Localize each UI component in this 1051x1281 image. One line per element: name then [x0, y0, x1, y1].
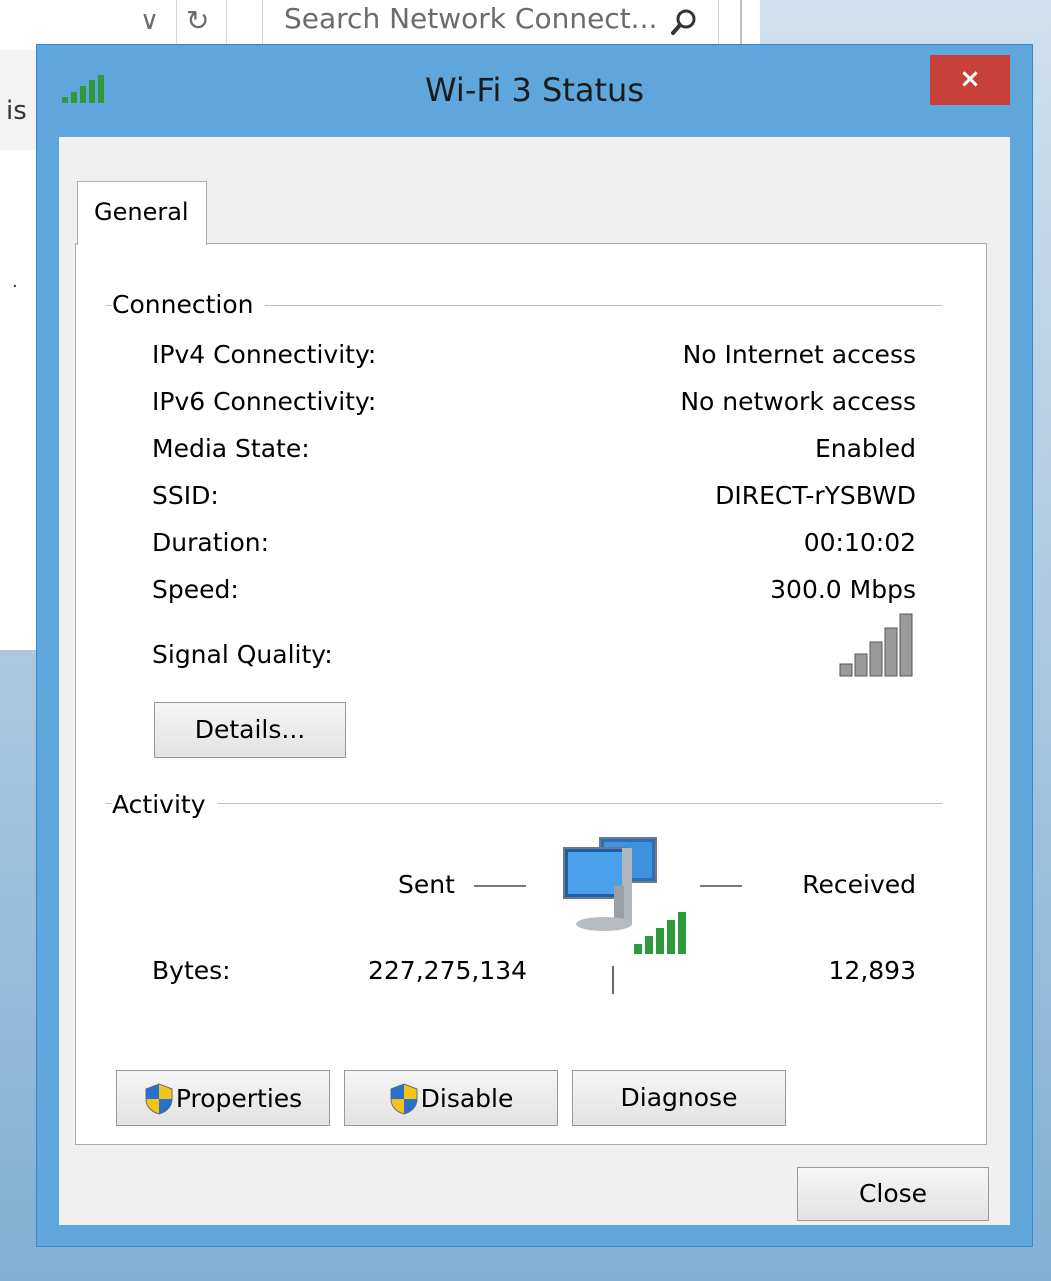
diagnose-button-label: Diagnose [620, 1083, 738, 1112]
refresh-icon[interactable]: ↻ [186, 4, 209, 37]
dialog-client-area: General Connection IPv4 Connectivity: No… [59, 137, 1010, 1225]
tab-general[interactable]: General [77, 181, 207, 245]
speed-value: 300.0 Mbps [770, 575, 916, 604]
bytes-label: Bytes: [152, 956, 231, 985]
media-state-label: Media State: [152, 434, 310, 463]
title-bar[interactable]: Wi-Fi 3 Status × [37, 45, 1032, 137]
close-button-label: Close [858, 1179, 928, 1208]
activity-group-line [106, 803, 942, 804]
uac-shield-icon [390, 1083, 418, 1115]
ipv4-label: IPv4 Connectivity: [152, 340, 377, 369]
search-icon[interactable] [668, 6, 700, 38]
background-partial-text: · [12, 276, 18, 297]
general-tab-panel: Connection IPv4 Connectivity: No Interne… [75, 243, 987, 1145]
activity-divider [612, 966, 614, 994]
wifi-status-dialog: Wi-Fi 3 Status × General Connection IPv4… [36, 44, 1033, 1247]
speed-label: Speed: [152, 575, 239, 604]
received-connector-line [700, 885, 742, 887]
network-computers-icon [563, 837, 686, 954]
disable-button[interactable]: Disable [344, 1070, 558, 1126]
window-title: Wi-Fi 3 Status [424, 71, 644, 109]
received-label: Received [802, 870, 916, 899]
ssid-value: DIRECT-rYSBWD [715, 481, 916, 510]
toolbar-divider [226, 0, 227, 46]
toolbar-divider [176, 0, 177, 46]
search-input[interactable]: Search Network Connect... [284, 2, 657, 35]
diagnose-button[interactable]: Diagnose [572, 1070, 786, 1126]
toolbar-divider [740, 0, 742, 46]
details-button-label: Details... [194, 715, 306, 744]
media-state-value: Enabled [814, 434, 916, 463]
ipv4-value: No Internet access [682, 340, 916, 369]
activity-group-header: Activity [112, 790, 218, 819]
duration-value: 00:10:02 [803, 528, 916, 557]
ipv6-value: No network access [680, 387, 916, 416]
bytes-received-value: 12,893 [828, 956, 916, 985]
signal-quality-icon [839, 613, 913, 677]
bytes-sent-value: 227,275,134 [368, 956, 528, 985]
properties-button-label: Properties [175, 1084, 303, 1113]
ssid-label: SSID: [152, 481, 219, 510]
connection-group-header: Connection [112, 290, 266, 319]
duration-label: Duration: [152, 528, 270, 557]
toolbar-divider [262, 0, 263, 46]
signal-quality-label: Signal Quality: [152, 640, 333, 669]
sent-connector-line [474, 885, 526, 887]
toolbar-divider [718, 0, 719, 46]
chevron-down-icon[interactable]: ∨ [140, 6, 159, 36]
sent-label: Sent [398, 870, 455, 899]
background-partial-text: is [6, 96, 27, 126]
ipv6-label: IPv6 Connectivity: [152, 387, 377, 416]
details-button[interactable]: Details... [154, 702, 346, 758]
disable-button-label: Disable [420, 1084, 514, 1113]
properties-button[interactable]: Properties [116, 1070, 330, 1126]
uac-shield-icon [145, 1083, 173, 1115]
close-button[interactable]: Close [797, 1167, 989, 1221]
window-close-button[interactable]: × [930, 55, 1010, 105]
